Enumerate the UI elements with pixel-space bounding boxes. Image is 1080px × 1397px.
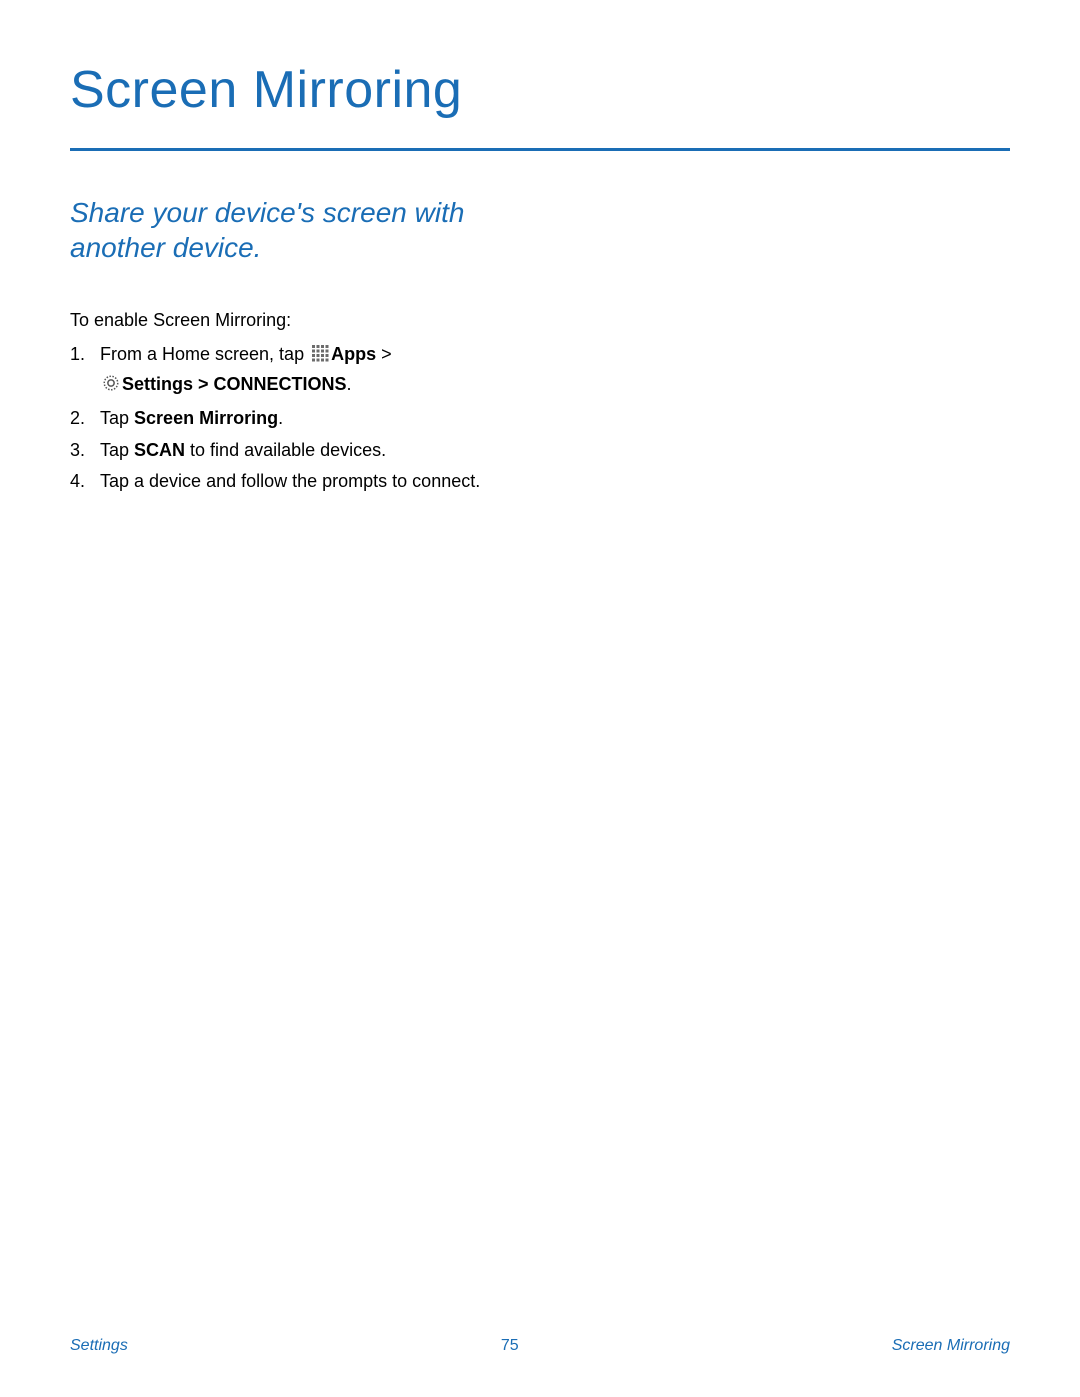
page-footer: Settings 75 Screen Mirroring: [70, 1337, 1010, 1355]
footer-left: Settings: [70, 1337, 128, 1355]
footer-page-number: 75: [501, 1337, 519, 1355]
step-3-text-1: Tap: [100, 440, 134, 460]
step-2-end: .: [278, 408, 283, 428]
step-1-mid: >: [193, 374, 214, 394]
page-subtitle: Share your device's screen with another …: [70, 195, 530, 265]
intro-text: To enable Screen Mirroring:: [70, 307, 550, 335]
step-4-text-1: Tap a device and follow the prompts to c…: [100, 471, 480, 491]
step-1-settings: Settings: [122, 374, 193, 394]
title-rule: [70, 148, 1010, 151]
body-content: To enable Screen Mirroring: From a Home …: [70, 307, 550, 496]
step-1-end: .: [347, 374, 352, 394]
settings-gear-icon: [102, 373, 120, 401]
step-3-bold: SCAN: [134, 440, 185, 460]
step-1-conn: CONNECTIONS: [214, 374, 347, 394]
step-2-bold: Screen Mirroring: [134, 408, 278, 428]
step-1-text-1: From a Home screen, tap: [100, 344, 309, 364]
step-4: Tap a device and follow the prompts to c…: [70, 468, 550, 496]
step-3-text-2: to find available devices.: [185, 440, 386, 460]
step-1: From a Home screen, tap Apps > Settings …: [70, 341, 550, 401]
footer-right: Screen Mirroring: [892, 1337, 1010, 1355]
step-2-text-1: Tap: [100, 408, 134, 428]
steps-list: From a Home screen, tap Apps > Settings …: [70, 341, 550, 496]
step-3: Tap SCAN to find available devices.: [70, 437, 550, 465]
step-1-apps: Apps: [331, 344, 376, 364]
step-1-gt: >: [376, 344, 392, 364]
page-title: Screen Mirroring: [70, 60, 1010, 120]
document-page: Screen Mirroring Share your device's scr…: [0, 0, 1080, 1397]
apps-grid-icon: [311, 343, 329, 371]
step-2: Tap Screen Mirroring.: [70, 405, 550, 433]
